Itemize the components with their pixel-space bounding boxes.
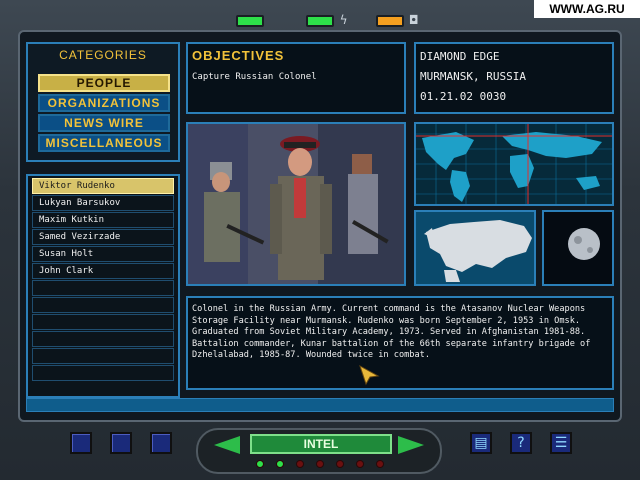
list-item[interactable]: John Clark [32, 263, 174, 279]
camera-indicator [376, 15, 404, 27]
bottom-bar: INTEL ▤ ? ☰ [0, 424, 640, 480]
objectives-title: OBJECTIVES [192, 48, 285, 63]
status-dot [316, 460, 324, 468]
europe-map [414, 210, 536, 286]
category-people[interactable]: PEOPLE [38, 74, 170, 92]
list-item-empty[interactable] [32, 297, 174, 313]
mission-datetime: 01.21.02 0030 [420, 90, 507, 103]
mission-name: DIAMOND EDGE [420, 50, 500, 63]
previous-arrow-icon[interactable] [214, 436, 240, 454]
next-arrow-icon[interactable] [398, 436, 424, 454]
status-strip [26, 398, 614, 412]
status-dot [376, 460, 384, 468]
list-item[interactable]: Samed Vezirzade [32, 229, 174, 245]
intel-control: INTEL [196, 428, 442, 474]
camera-icon: ◘ [410, 13, 418, 27]
objectives-text: Capture Russian Colonel [192, 72, 317, 82]
slot-button-1[interactable] [70, 432, 92, 454]
category-organizations[interactable]: ORGANIZATIONS [38, 94, 170, 112]
slot-button-3[interactable] [150, 432, 172, 454]
top-indicators: ϟ ◘ [232, 12, 432, 30]
list-item-empty[interactable] [32, 331, 174, 347]
intel-button[interactable]: INTEL [250, 434, 392, 454]
save-disk-icon[interactable]: ▤ [470, 432, 492, 454]
list-item-empty[interactable] [32, 365, 174, 381]
status-dot [296, 460, 304, 468]
bio-panel: Colonel in the Russian Army. Current com… [186, 296, 614, 390]
mission-place: MURMANSK, RUSSIA [420, 70, 526, 83]
cursor-icon [359, 364, 380, 386]
list-item[interactable]: Viktor Rudenko [32, 178, 174, 194]
status-dot [336, 460, 344, 468]
dossier-photo-art [188, 124, 404, 284]
status-dot [356, 460, 364, 468]
list-item-empty[interactable] [32, 314, 174, 330]
objectives-panel: OBJECTIVES Capture Russian Colonel [186, 42, 406, 114]
categories-panel: CATEGORIES PEOPLE ORGANIZATIONS NEWS WIR… [26, 42, 180, 162]
europe-map-art [416, 212, 534, 284]
list-item[interactable]: Susan Holt [32, 246, 174, 262]
category-news-wire[interactable]: NEWS WIRE [38, 114, 170, 132]
list-item-empty[interactable] [32, 348, 174, 364]
bio-text: Colonel in the Russian Army. Current com… [192, 304, 591, 360]
world-map-art [416, 124, 612, 204]
lightning-icon: ϟ [340, 13, 348, 27]
moon-art [544, 212, 612, 284]
slot-button-2[interactable] [110, 432, 132, 454]
options-icon[interactable]: ☰ [550, 432, 572, 454]
location-panel: DIAMOND EDGE MURMANSK, RUSSIA 01.21.02 0… [414, 42, 614, 114]
list-item[interactable]: Maxim Kutkin [32, 212, 174, 228]
categories-title: CATEGORIES [59, 48, 147, 62]
dossier-photo [186, 122, 406, 286]
category-miscellaneous[interactable]: MISCELLANEOUS [38, 134, 170, 152]
watermark: WWW.AG.RU [534, 0, 640, 18]
moon-view [542, 210, 614, 286]
help-icon[interactable]: ? [510, 432, 532, 454]
status-dot [256, 460, 264, 468]
world-map [414, 122, 614, 206]
people-list: Viktor Rudenko Lukyan Barsukov Maxim Kut… [26, 174, 180, 398]
status-dot [276, 460, 284, 468]
power-indicator [236, 15, 264, 27]
list-item-empty[interactable] [32, 280, 174, 296]
list-item[interactable]: Lukyan Barsukov [32, 195, 174, 211]
energy-indicator [306, 15, 334, 27]
